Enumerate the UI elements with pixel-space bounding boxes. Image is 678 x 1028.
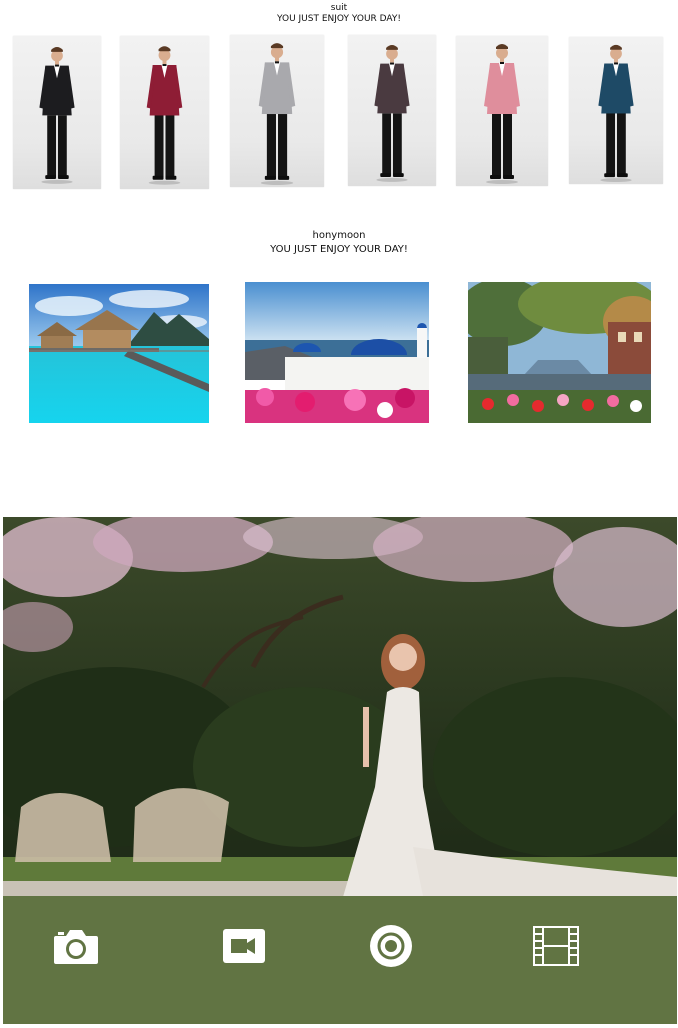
suit-card-grey[interactable] bbox=[230, 35, 324, 187]
video-button[interactable] bbox=[216, 918, 272, 974]
film-button[interactable] bbox=[528, 918, 584, 974]
film-strip-icon bbox=[533, 926, 579, 966]
record-button[interactable] bbox=[363, 918, 419, 974]
suit-section-tagline: YOU JUST ENJOY YOUR DAY! bbox=[276, 14, 401, 24]
suit-card-burgundy[interactable] bbox=[120, 36, 209, 189]
suit-figure bbox=[374, 44, 410, 182]
suit-figure bbox=[258, 43, 296, 185]
suit-card-plum[interactable] bbox=[348, 35, 436, 186]
honeymoon-photo-santorini[interactable] bbox=[245, 282, 429, 423]
bungalows-image bbox=[29, 284, 209, 423]
suit-figure bbox=[484, 44, 520, 184]
honeymoon-photo-bungalows[interactable] bbox=[29, 284, 209, 423]
honeymoon-section-tagline: YOU JUST ENJOY YOUR DAY! bbox=[270, 244, 408, 255]
suit-figure bbox=[146, 46, 183, 185]
camera-button[interactable] bbox=[48, 918, 104, 974]
bridal-hero-image bbox=[3, 517, 677, 896]
suit-figure bbox=[598, 44, 634, 183]
bride-garden-photo bbox=[3, 517, 677, 896]
honeymoon-section-title: honymoon bbox=[312, 230, 366, 241]
video-camera-icon bbox=[223, 929, 265, 963]
suit-figure bbox=[39, 46, 75, 184]
honeymoon-photo-canal[interactable] bbox=[468, 282, 651, 423]
camera-icon bbox=[54, 930, 98, 964]
santorini-image bbox=[245, 282, 429, 423]
record-icon bbox=[370, 925, 412, 967]
suit-card-pink[interactable] bbox=[456, 36, 548, 186]
suit-section-title: suit bbox=[330, 3, 348, 13]
suit-card-teal[interactable] bbox=[569, 37, 663, 184]
suit-card-black[interactable] bbox=[13, 36, 101, 189]
media-toolbar bbox=[3, 896, 677, 1024]
canal-image bbox=[468, 282, 651, 423]
